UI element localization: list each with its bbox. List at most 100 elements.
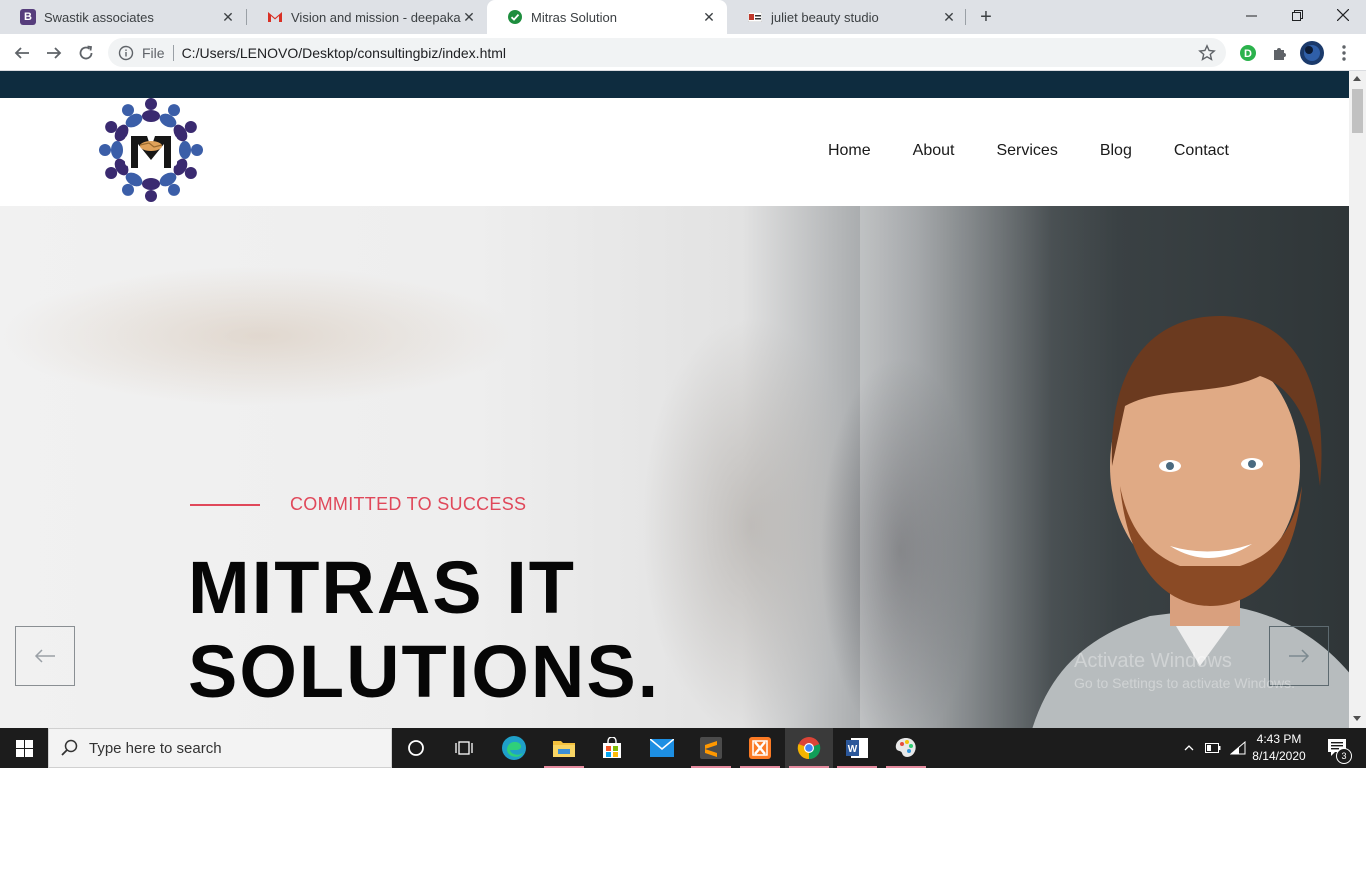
site-top-bar	[0, 71, 1349, 98]
nav-blog-link[interactable]: Blog	[1100, 142, 1132, 160]
edge-taskbar-icon[interactable]	[490, 728, 538, 768]
arrow-left-icon	[14, 47, 29, 59]
scroll-down-icon[interactable]	[1353, 716, 1361, 721]
browser-tab-strip: B Swastik associates ✕ Vision and missio…	[0, 0, 1366, 34]
browser-toolbar: File C:/Users/LENOVO/Desktop/consultingb…	[0, 34, 1366, 71]
activate-windows-watermark: Activate Windows Go to Settings to activ…	[1074, 650, 1295, 691]
running-indicator	[886, 766, 926, 768]
logo-person-head	[99, 144, 111, 156]
logo-person-body	[142, 178, 160, 190]
mitras-logo[interactable]	[92, 98, 210, 206]
logo-person-head	[145, 190, 157, 202]
reload-button[interactable]	[73, 40, 99, 66]
slider-prev-button[interactable]	[15, 626, 75, 686]
forward-button[interactable]	[41, 40, 67, 66]
search-placeholder: Type here to search	[89, 739, 222, 757]
paint-taskbar-icon[interactable]	[882, 728, 930, 768]
network-button[interactable]	[1226, 728, 1250, 768]
watermark-subtitle: Go to Settings to activate Windows.	[1074, 675, 1295, 691]
start-button[interactable]	[0, 728, 48, 768]
sublime-taskbar-icon[interactable]	[687, 728, 735, 768]
close-window-button[interactable]	[1320, 0, 1366, 30]
nav-about-link[interactable]: About	[913, 142, 955, 160]
svg-text:D: D	[1244, 48, 1252, 60]
chevron-up-icon	[1184, 745, 1194, 751]
windows-logo-icon	[15, 739, 33, 757]
clock-date: 8/14/2020	[1252, 749, 1306, 763]
more-menu-icon[interactable]	[1334, 43, 1354, 63]
logo-person-head	[168, 104, 180, 117]
scrollbar-thumb[interactable]	[1352, 89, 1363, 133]
tab-vision[interactable]: Vision and mission - deepakalbur ✕	[247, 0, 487, 34]
logo-person-body	[179, 141, 191, 159]
gmail-icon	[267, 9, 283, 25]
close-icon[interactable]: ✕	[941, 9, 957, 25]
scroll-up-icon[interactable]	[1353, 76, 1361, 81]
hero-background-blur	[0, 266, 520, 406]
battery-button[interactable]	[1201, 728, 1225, 768]
tray-expand-button[interactable]	[1177, 728, 1201, 768]
mail-taskbar-icon[interactable]	[638, 728, 686, 768]
extension-green-icon[interactable]: D	[1238, 43, 1258, 63]
nav-services-link[interactable]: Services	[996, 142, 1057, 160]
running-indicator	[837, 766, 877, 768]
tab-title: Mitras Solution	[531, 9, 617, 25]
cortana-circle-icon	[408, 740, 424, 756]
taskbar-clock[interactable]: 4:43 PM 8/14/2020	[1250, 731, 1308, 765]
extensions-puzzle-icon[interactable]	[1270, 43, 1290, 63]
taskbar-search-box[interactable]: Type here to search	[48, 728, 392, 768]
hero-title-line2: SOLUTIONS.	[188, 630, 661, 713]
tab-juliet[interactable]: juliet beauty studio ✕	[727, 0, 967, 34]
bookmark-star-icon[interactable]	[1198, 44, 1216, 62]
word-taskbar-icon[interactable]: W	[833, 728, 881, 768]
address-bar[interactable]: File C:/Users/LENOVO/Desktop/consultingb…	[108, 38, 1226, 67]
logo-person-head	[105, 121, 118, 133]
page-scrollbar[interactable]	[1349, 71, 1366, 728]
url-scheme: File	[142, 44, 165, 61]
task-view-button[interactable]	[440, 728, 488, 768]
chrome-taskbar-icon[interactable]	[785, 728, 833, 768]
tab-title: Swastik associates	[44, 9, 154, 25]
store-taskbar-icon[interactable]	[588, 728, 636, 768]
task-view-icon	[455, 741, 473, 755]
wifi-icon	[1230, 741, 1246, 755]
check-circle-icon	[507, 9, 523, 25]
back-button[interactable]	[9, 40, 35, 66]
tab-title: juliet beauty studio	[771, 9, 879, 25]
clock-time: 4:43 PM	[1256, 732, 1302, 746]
restore-icon	[1291, 9, 1303, 21]
nav-home-link[interactable]: Home	[828, 142, 871, 160]
notification-count-badge: 3	[1336, 748, 1352, 764]
running-indicator	[544, 766, 584, 768]
cortana-button[interactable]	[392, 728, 440, 768]
tab-title: Vision and mission - deepakalbur	[291, 9, 461, 25]
logo-person-head	[122, 104, 134, 117]
file-explorer-taskbar-icon[interactable]	[540, 728, 588, 768]
flag-icon	[747, 9, 763, 25]
search-icon	[61, 739, 78, 756]
logo-person-body	[142, 110, 160, 122]
hero-title-line1: MITRAS IT	[188, 546, 576, 629]
xampp-taskbar-icon[interactable]	[736, 728, 784, 768]
close-icon[interactable]: ✕	[461, 9, 477, 25]
action-center-button[interactable]: 3	[1318, 728, 1358, 768]
profile-avatar[interactable]	[1300, 41, 1324, 65]
logo-person-head	[191, 144, 203, 156]
minimize-button[interactable]	[1228, 0, 1274, 30]
running-indicator	[740, 766, 780, 768]
page-viewport: Home About Services Blog Contact COMMITT…	[0, 71, 1349, 728]
running-indicator	[691, 766, 731, 768]
tab-separator	[965, 9, 966, 25]
nav-contact-link[interactable]: Contact	[1174, 142, 1229, 160]
close-icon[interactable]: ✕	[220, 9, 236, 25]
close-icon[interactable]: ✕	[701, 9, 717, 25]
close-icon	[1337, 9, 1349, 21]
info-icon[interactable]	[118, 45, 134, 61]
windows-taskbar: Type here to search W 4:43 PM 8/14/2020 …	[0, 728, 1366, 768]
restore-button[interactable]	[1274, 0, 1320, 30]
new-tab-button[interactable]: +	[976, 7, 996, 27]
tab-swastik[interactable]: B Swastik associates ✕	[0, 0, 246, 34]
tab-mitras[interactable]: Mitras Solution ✕	[487, 0, 727, 34]
url-text[interactable]: C:/Users/LENOVO/Desktop/consultingbiz/in…	[182, 45, 506, 61]
hero-title: MITRAS IT SOLUTIONS.	[188, 546, 808, 714]
